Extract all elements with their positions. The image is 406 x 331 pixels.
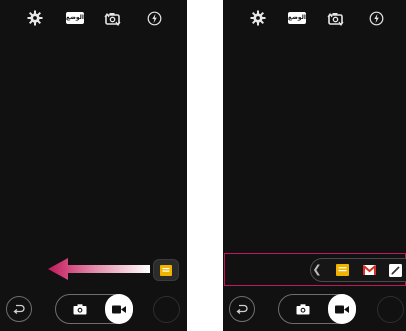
screenshot-canvas: الوضع الوضع ❮: [0, 0, 406, 331]
camera-top-bar: الوضع: [0, 8, 187, 28]
gear-icon[interactable]: [249, 8, 267, 28]
back-arrow-icon: [236, 304, 248, 314]
mode-button[interactable]: الوضع: [287, 8, 307, 28]
video-record-button[interactable]: [328, 294, 356, 324]
gallery-thumbnail-button[interactable]: [153, 296, 180, 323]
chevron-left-icon[interactable]: ❮: [312, 263, 322, 277]
flash-auto-icon[interactable]: [367, 8, 385, 28]
gallery-thumbnail-button[interactable]: [377, 296, 404, 323]
pen-icon: [388, 263, 402, 277]
camera-icon: [72, 301, 88, 317]
camera-switch-icon[interactable]: [103, 8, 121, 28]
back-button[interactable]: [229, 296, 255, 322]
pen-shortcut-button[interactable]: [388, 263, 402, 277]
video-camera-icon: [112, 305, 126, 313]
memo-icon: [160, 264, 172, 276]
camera-top-bar: الوضع: [223, 8, 406, 28]
camera-icon: [295, 301, 311, 317]
memo-icon: [335, 264, 349, 276]
video-camera-icon: [335, 305, 349, 313]
mode-badge: الوضع: [288, 12, 306, 24]
gear-icon[interactable]: [26, 8, 44, 28]
video-record-button[interactable]: [105, 294, 133, 324]
swipe-left-arrow-icon: [48, 258, 150, 280]
camera-viewfinder-left: الوضع: [0, 0, 187, 331]
mode-badge: الوضع: [66, 12, 84, 24]
gmail-icon: [362, 265, 376, 275]
mode-button[interactable]: الوضع: [65, 8, 85, 28]
memo-shortcut-button[interactable]: [335, 263, 349, 277]
back-arrow-icon: [13, 304, 25, 314]
flash-auto-icon[interactable]: [145, 8, 163, 28]
camera-switch-icon[interactable]: [326, 8, 344, 28]
quick-memo-handle-button[interactable]: [153, 259, 179, 281]
back-button[interactable]: [6, 296, 32, 322]
gmail-shortcut-button[interactable]: [362, 263, 376, 277]
